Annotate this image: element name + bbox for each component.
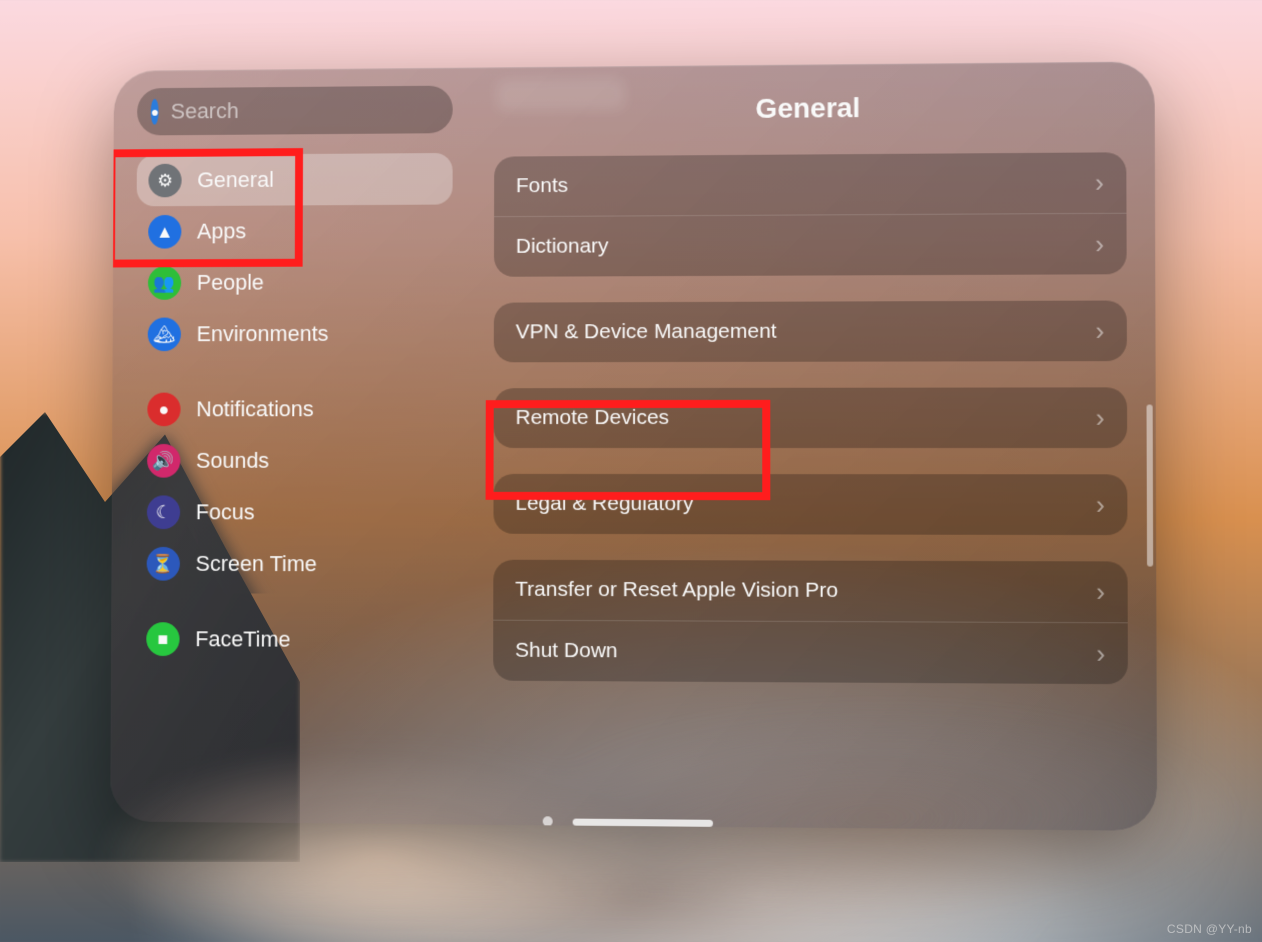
row-legal[interactable]: Legal & Regulatory › [493, 474, 1127, 535]
row-label: Remote Devices [515, 406, 669, 430]
sidebar-item-general[interactable]: ⚙ General [137, 153, 453, 206]
sidebar-item-label: FaceTime [195, 626, 290, 652]
row-label: Dictionary [516, 234, 609, 258]
sidebar-item-notifications[interactable]: ● Notifications [136, 383, 453, 435]
focus-icon: ☾ [147, 495, 180, 529]
settings-group: Legal & Regulatory › [493, 474, 1127, 535]
row-remote-devices[interactable]: Remote Devices › [494, 387, 1128, 448]
sounds-icon: 🔊 [147, 444, 180, 478]
sidebar-item-facetime[interactable]: ■ FaceTime [134, 613, 451, 666]
facetime-icon: ■ [146, 622, 179, 656]
scroll-indicator[interactable] [1147, 405, 1154, 567]
settings-group: Fonts › Dictionary › [494, 152, 1127, 277]
watermark: CSDN @YY-nb [1167, 922, 1252, 936]
microphone-icon[interactable]: ● [151, 99, 159, 125]
chevron-right-icon: › [1096, 489, 1105, 520]
search-field[interactable]: ● [137, 86, 453, 136]
people-icon: 👥 [148, 266, 181, 300]
chevron-right-icon: › [1096, 638, 1105, 669]
row-dictionary[interactable]: Dictionary › [494, 213, 1127, 277]
home-dot-icon [542, 816, 552, 826]
sidebar-nav: ⚙ General ▲ Apps 👥 People 🏔 Environments ● Notifi… [134, 153, 452, 666]
sidebar-item-label: Screen Time [196, 551, 317, 577]
sidebar-item-sounds[interactable]: 🔊 Sounds [135, 435, 452, 487]
redacted-region [496, 78, 625, 111]
chevron-right-icon: › [1096, 576, 1105, 607]
settings-window: ● ⚙ General ▲ Apps 👥 People 🏔 Environments ● Noti… [110, 61, 1157, 830]
apps-icon: ▲ [148, 215, 181, 249]
chevron-right-icon: › [1095, 228, 1104, 259]
sidebar-item-label: Environments [197, 321, 329, 347]
row-label: Transfer or Reset Apple Vision Pro [515, 578, 838, 603]
sidebar-item-apps[interactable]: ▲ Apps [136, 205, 452, 258]
chevron-right-icon: › [1095, 167, 1104, 198]
home-bar-icon [572, 818, 712, 826]
row-fonts[interactable]: Fonts › [494, 152, 1126, 216]
environments-icon: 🏔 [148, 318, 181, 352]
screen-time-icon: ⏳ [147, 547, 180, 581]
sidebar-item-environments[interactable]: 🏔 Environments [136, 308, 452, 360]
sidebar-item-screen-time[interactable]: ⏳ Screen Time [135, 538, 452, 591]
sidebar-item-label: Focus [196, 499, 255, 525]
settings-group: Remote Devices › [494, 387, 1128, 448]
settings-group: Transfer or Reset Apple Vision Pro›Shut … [493, 560, 1128, 685]
row-vpn[interactable]: VPN & Device Management › [494, 300, 1127, 362]
sidebar: ● ⚙ General ▲ Apps 👥 People 🏔 Environments ● Noti… [110, 68, 466, 825]
row-label: Shut Down [515, 639, 617, 664]
sidebar-item-focus[interactable]: ☾ Focus [135, 487, 452, 539]
row-label: Fonts [516, 174, 568, 198]
sidebar-item-label: General [197, 167, 274, 193]
sidebar-item-label: Sounds [196, 448, 269, 474]
search-input[interactable] [169, 95, 456, 125]
notifications-icon: ● [147, 393, 180, 427]
general-icon: ⚙ [148, 164, 181, 198]
content-pane: General Fonts›Dictionary›VPN & Device Ma… [465, 61, 1157, 830]
sidebar-item-label: Apps [197, 219, 246, 245]
sidebar-item-label: People [197, 270, 264, 296]
sidebar-item-label: Notifications [196, 396, 314, 422]
chevron-right-icon: › [1096, 402, 1105, 433]
row-label: VPN & Device Management [516, 320, 777, 345]
row-label: Legal & Regulatory [515, 492, 693, 516]
sidebar-item-people[interactable]: 👥 People [136, 256, 452, 309]
row-transfer-reset[interactable]: Transfer or Reset Apple Vision Pro › [493, 560, 1127, 623]
row-shut-down[interactable]: Shut Down › [493, 620, 1128, 685]
chevron-right-icon: › [1095, 315, 1104, 346]
settings-group: VPN & Device Management › [494, 300, 1127, 362]
